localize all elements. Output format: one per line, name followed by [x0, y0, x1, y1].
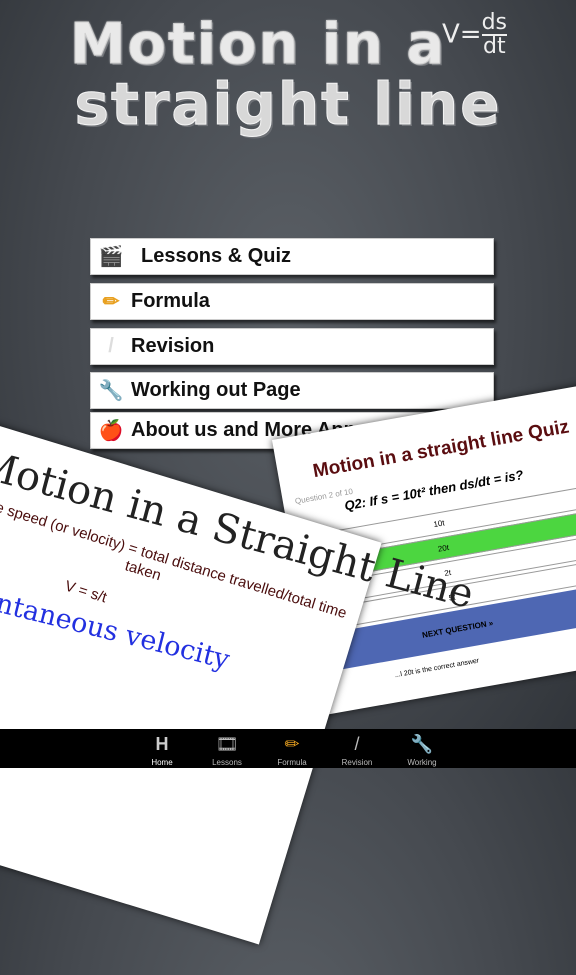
tab-label: Home	[151, 758, 173, 767]
formula-v: V=	[442, 19, 482, 50]
menu-label: Revision	[131, 335, 215, 357]
home-icon: H	[155, 734, 169, 754]
lesson-equation: V = s/t	[62, 577, 109, 607]
menu-label: Lessons & Quiz	[141, 245, 292, 267]
tab-revision[interactable]: / Revision	[327, 729, 387, 767]
film-icon: 🎞	[215, 734, 239, 754]
menu-working-out[interactable]: 🔧 Working out Page	[90, 372, 494, 409]
quiz-title: Motion in a straight line Quiz	[311, 416, 571, 483]
clapperboard-icon: 🎬	[98, 246, 124, 268]
menu-label: Formula	[131, 290, 210, 312]
formula-numerator: ds	[481, 10, 508, 36]
tab-label: Working	[407, 758, 437, 767]
title-line-2: straight line	[74, 70, 502, 139]
tab-bar: H Home 🎞 Lessons ✏ Formula / Revision 🔧 Worki…	[0, 729, 576, 768]
chalk-icon: /	[108, 335, 114, 357]
tab-label: Revision	[341, 758, 373, 767]
apple-icon: 🍎	[98, 420, 124, 442]
pencil-icon: ✏	[102, 291, 120, 313]
quiz-feedback: ...l 20t is the correct answer	[394, 657, 480, 680]
pencil-icon: ✏	[284, 734, 300, 754]
wrench-icon: 🔧	[98, 380, 124, 402]
menu-label: Working out Page	[131, 379, 301, 401]
tab-home[interactable]: H Home	[132, 729, 192, 767]
menu-lessons-quiz[interactable]: 🎬 Lessons & Quiz	[90, 238, 494, 275]
velocity-formula: V= ds dt	[442, 10, 508, 59]
menu-revision[interactable]: / Revision	[90, 328, 494, 365]
tab-lessons[interactable]: 🎞 Lessons	[197, 729, 257, 767]
tab-label: Lessons	[212, 758, 242, 767]
wrench-icon: 🔧	[410, 734, 434, 754]
formula-denominator: dt	[483, 34, 506, 59]
chalk-icon: /	[354, 734, 360, 754]
tab-label: Formula	[277, 758, 307, 767]
menu-formula[interactable]: ✏ Formula	[90, 283, 494, 320]
tab-formula[interactable]: ✏ Formula	[262, 729, 322, 767]
tab-working[interactable]: 🔧 Working	[392, 729, 452, 767]
